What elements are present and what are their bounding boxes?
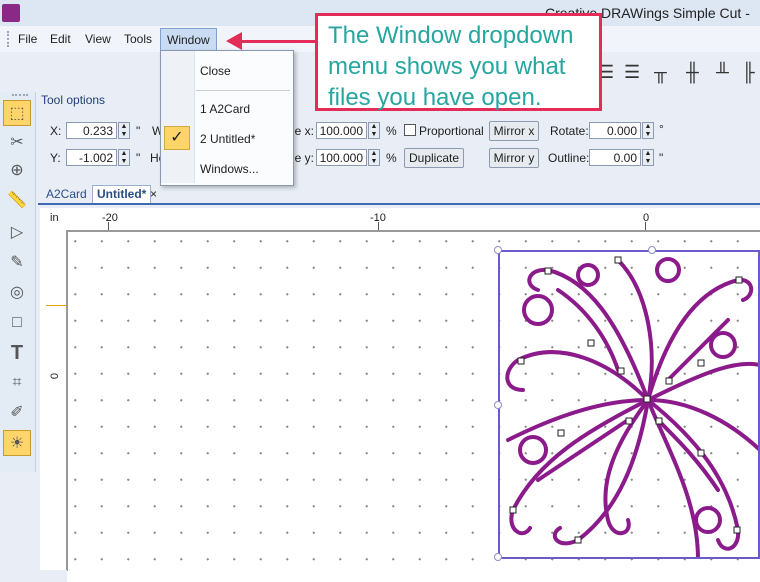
select-tool-icon[interactable]: ⬚ (3, 100, 31, 126)
proportional-label: Proportional (419, 124, 484, 138)
ruler-tick (378, 222, 379, 230)
app-icon (2, 4, 20, 22)
menu-item-untitled[interactable]: 2 Untitled* (200, 132, 255, 146)
scale-y-label: le y: (292, 151, 315, 165)
selection-box[interactable] (498, 250, 760, 559)
menu-item-windows[interactable]: Windows... (200, 162, 259, 176)
scale-y-field[interactable]: 100.000 (316, 149, 367, 166)
zoom-icon[interactable]: ⊕ (3, 158, 31, 184)
y-label: Y: (50, 151, 61, 165)
callout-line: files you have open. (328, 84, 542, 111)
eyedropper-icon[interactable]: ✐ (3, 400, 31, 426)
menu-file[interactable]: File (12, 26, 43, 52)
tab-a2card[interactable]: A2Card (46, 187, 87, 201)
selection-handle[interactable] (494, 553, 502, 561)
x-field[interactable]: 0.233 (66, 122, 117, 139)
ruler-top (40, 208, 760, 231)
outline-spinner[interactable]: ▲ ▼ (642, 149, 654, 166)
x-label: X: (50, 124, 62, 138)
ruler-marker (46, 305, 66, 306)
node-edit-icon[interactable]: ▷ (3, 220, 31, 246)
grid-icon[interactable]: ⌗ (3, 370, 31, 396)
page-edge (67, 231, 760, 232)
mirror-y-button[interactable]: Mirror y (489, 148, 539, 168)
text-icon[interactable]: T (3, 340, 31, 366)
x-spinner[interactable]: ▲ ▼ (118, 122, 130, 139)
tab-close-icon[interactable]: × (150, 187, 157, 201)
scale-x-field[interactable]: 100.000 (316, 122, 367, 139)
distribute-center-icon[interactable]: ╫ (686, 62, 699, 83)
ruler-unit: in (50, 212, 59, 224)
selection-handle[interactable] (648, 246, 656, 254)
lightbulb-icon[interactable]: ☀ (3, 430, 31, 456)
duplicate-button[interactable]: Duplicate (404, 148, 464, 168)
selection-handle[interactable] (494, 401, 502, 409)
menu-item-close[interactable]: Close (200, 64, 231, 78)
rotate-label: Rotate: (550, 124, 589, 138)
proportional-checkbox[interactable] (404, 124, 416, 136)
page-edge (67, 231, 68, 571)
outline-unit: " (659, 151, 664, 165)
callout-line: menu shows you what (328, 53, 566, 80)
y-spinner[interactable]: ▲ ▼ (118, 149, 130, 166)
mirror-x-button[interactable]: Mirror x (489, 121, 539, 141)
ruler-label: -20 (102, 212, 118, 224)
ruler-tick (108, 222, 109, 230)
rotate-spinner[interactable]: ▲ ▼ (642, 122, 654, 139)
distribute-bottom-icon[interactable]: ╨ (716, 62, 729, 83)
tab-untitled[interactable]: Untitled* (92, 185, 152, 203)
y-field[interactable]: -1.002 (66, 149, 117, 166)
ruler-label: 0 (643, 212, 650, 224)
ruler-left (40, 230, 67, 570)
scale-x-spinner[interactable]: ▲ ▼ (368, 122, 380, 139)
callout-line: The Window dropdown (328, 22, 574, 49)
callout-box: The Window dropdown menu shows you what … (315, 13, 602, 111)
brush-icon[interactable]: ✎ (3, 250, 31, 276)
distribute-left-icon[interactable]: ╟ (742, 62, 755, 83)
checkmark-icon: ✓ (164, 126, 190, 150)
menu-view[interactable]: View (79, 26, 117, 52)
menu-separator (196, 90, 290, 91)
scale-x-label: le x: (292, 124, 315, 138)
y-unit: " (136, 151, 141, 165)
scale-y-unit: % (386, 151, 397, 165)
callout-arrow-head (226, 32, 242, 50)
rectangle-icon[interactable]: □ (3, 310, 31, 336)
menu-tools[interactable]: Tools (118, 26, 158, 52)
x-unit: " (136, 124, 141, 138)
callout-arrow (238, 40, 318, 43)
menu-item-a2card[interactable]: 1 A2Card (200, 102, 250, 116)
selection-handle[interactable] (494, 246, 502, 254)
rotate-unit: ° (659, 122, 664, 136)
distribute-top-icon[interactable]: ╥ (654, 62, 667, 83)
status-corner (0, 570, 40, 582)
shape-edit-icon[interactable]: ✂ (3, 130, 31, 156)
tool-options-title: Tool options (41, 93, 106, 107)
scale-x-unit: % (386, 124, 397, 138)
menu-gutter (161, 51, 195, 183)
outline-label: Outline: (548, 151, 590, 165)
ruler-icon[interactable]: 📏 (3, 188, 31, 214)
toolbox-grip[interactable] (12, 94, 28, 96)
menu-window[interactable]: Window (160, 28, 217, 52)
scale-y-spinner[interactable]: ▲ ▼ (368, 149, 380, 166)
menu-edit[interactable]: Edit (44, 26, 77, 52)
align-justify-icon[interactable]: ☰ (624, 62, 640, 83)
ruler-left-label: 0 (49, 372, 62, 380)
rotate-field[interactable]: 0.000 (589, 122, 641, 139)
menubar-grip[interactable] (7, 31, 11, 47)
spiral-icon[interactable]: ◎ (3, 280, 31, 306)
ruler-tick (645, 222, 646, 230)
outline-field[interactable]: 0.00 (589, 149, 641, 166)
